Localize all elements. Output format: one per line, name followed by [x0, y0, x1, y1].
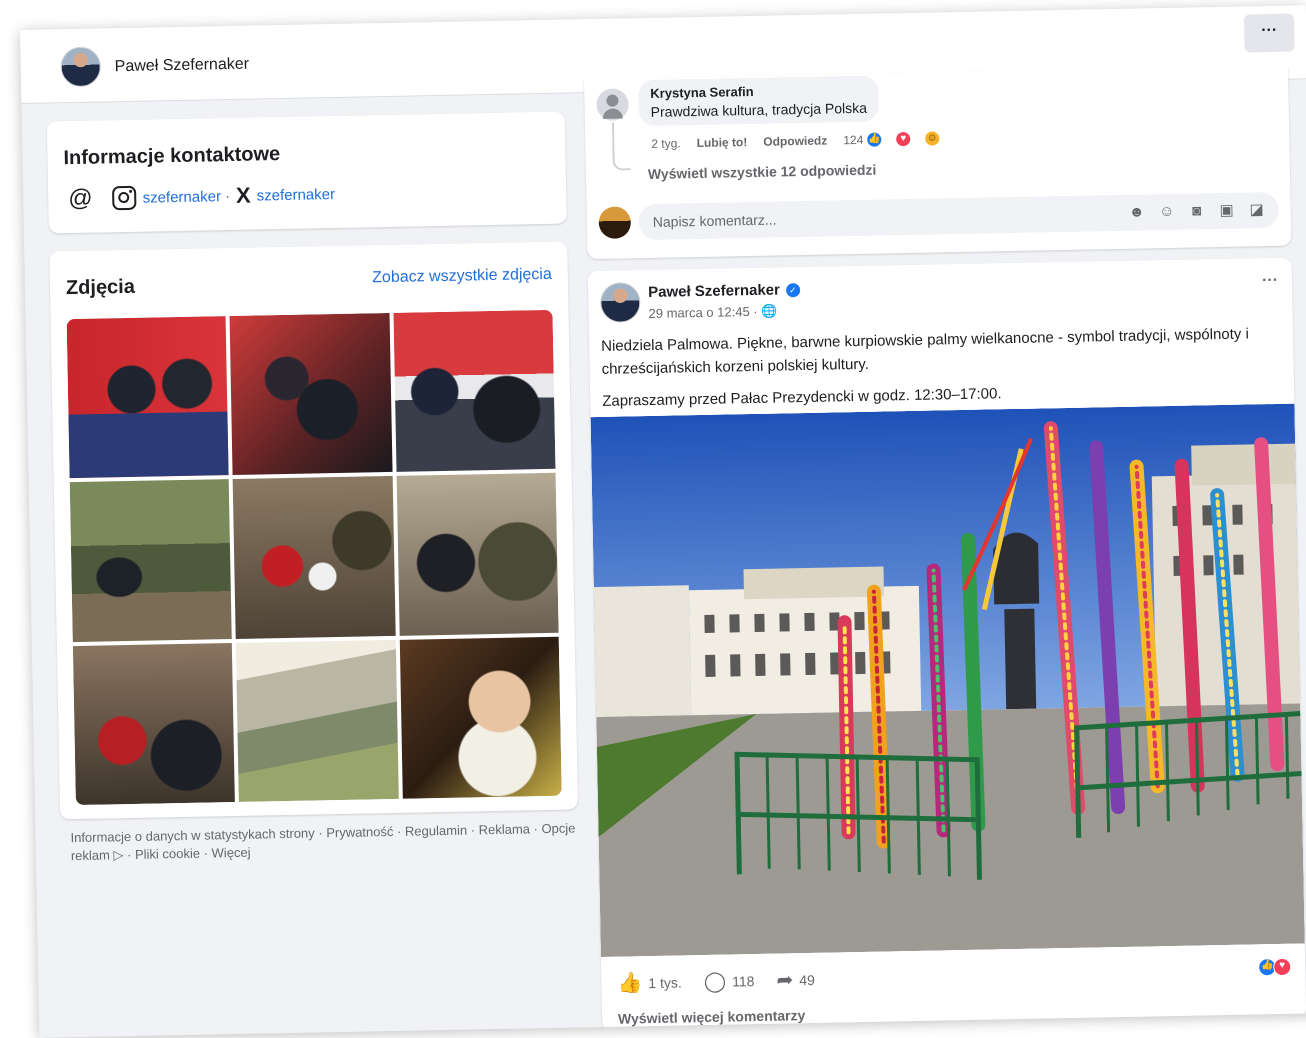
current-user-avatar [598, 206, 632, 239]
view-more-comments-link[interactable]: Wyświetl więcej komentarzy [618, 1007, 806, 1027]
post-timestamp[interactable]: 29 marca o 12:45 · 🌐 [648, 304, 777, 322]
x-link[interactable]: szefernaker [256, 185, 335, 204]
thumbs-up-icon: 👍 [617, 972, 643, 995]
comment-author[interactable]: Krystyna Serafin [650, 82, 867, 101]
contact-info-title: Informacje kontaktowe [63, 143, 281, 170]
photo-thumbnail[interactable] [69, 479, 233, 642]
photo-thumbnail[interactable] [396, 473, 559, 636]
composer-tools: ☻ ☺ ◙ ▣ ◪ [1117, 200, 1267, 223]
comment-reply-button[interactable]: Odpowiedz [763, 134, 827, 149]
like-stat[interactable]: 👍 1 tys. [617, 969, 682, 995]
comment-input-placeholder: Napisz komentarz... [652, 211, 777, 230]
love-reaction-icon: ♥ [895, 130, 912, 148]
photos-title: Zdjęcia [65, 275, 136, 300]
view-replies-link[interactable]: Wyświetl wszystkie 12 odpowiedzi [648, 162, 877, 182]
comment-section: Krystyna Serafin Prawdziwa kultura, trad… [584, 65, 1292, 260]
post-author-avatar[interactable] [599, 282, 641, 323]
at-sign-icon[interactable]: @ [68, 185, 93, 213]
comment-age[interactable]: 2 tyg. [651, 136, 681, 151]
camera-icon[interactable]: ◙ [1187, 201, 1207, 221]
post-text-paragraph: Niedziela Palmowa. Piękne, barwne kurpio… [601, 325, 1250, 378]
post-author: Paweł Szefernaker ✓ [648, 281, 801, 301]
commenter-avatar[interactable] [596, 88, 629, 121]
photos-card: Zdjęcia Zobacz wszystkie zdjęcia [49, 241, 579, 820]
photo-thumbnail[interactable] [72, 642, 236, 806]
photo-thumbnail[interactable] [399, 636, 562, 799]
photo-thumbnail[interactable] [393, 309, 556, 473]
like-reaction-icon: 👍 [866, 131, 883, 148]
share-count: 49 [799, 971, 815, 988]
palm-sunday-photo [590, 403, 1305, 958]
contact-row: @ szefernaker · X szefernaker [68, 180, 335, 213]
sticker-icon[interactable]: ◪ [1246, 200, 1266, 220]
page-avatar[interactable] [60, 46, 102, 88]
facebook-page-screen: Paweł Szefernaker ··· Informacje kontakt… [20, 5, 1306, 1038]
emoji-icon[interactable]: ☺ [1157, 202, 1177, 222]
post-author-name[interactable]: Paweł Szefernaker [648, 281, 780, 301]
post-photo[interactable] [590, 403, 1305, 958]
x-logo-icon: X [235, 182, 251, 208]
comment-reaction-icons[interactable]: 👍 ♥ ☺ [866, 130, 956, 148]
photo-thumbnail[interactable] [66, 316, 229, 479]
more-options-button[interactable]: ··· [1243, 13, 1295, 53]
page-name[interactable]: Paweł Szefernaker [115, 56, 250, 77]
comment-count: 118 [732, 972, 755, 990]
contact-info-card: Informacje kontaktowe @ szefernaker · X … [46, 111, 567, 234]
love-reaction-icon: ♥ [1273, 957, 1292, 977]
comment-input[interactable]: Napisz komentarz... ☻ ☺ ◙ ▣ ◪ [638, 191, 1280, 241]
instagram-icon [112, 185, 137, 211]
photo-grid [66, 309, 562, 806]
comment-composer: Napisz komentarz... ☻ ☺ ◙ ▣ ◪ [598, 190, 1280, 243]
comment-stat[interactable]: ◯ 118 [704, 968, 755, 994]
photo-thumbnail[interactable] [236, 639, 399, 802]
separator: · [224, 187, 231, 205]
share-stat[interactable]: ➦ 49 [776, 967, 815, 993]
photo-thumbnail[interactable] [232, 476, 396, 639]
footer-links[interactable]: Informacje o danych w statystykach stron… [70, 819, 581, 865]
post-stats: 👍 1 tys. ◯ 118 ➦ 49 [617, 966, 837, 995]
comment-meta: 2 tyg. Lubię to! Odpowiedz 124 👍 ♥ ☺ [651, 130, 972, 152]
comment-reaction-count[interactable]: 124 [843, 133, 863, 147]
share-arrow-icon: ➦ [776, 969, 794, 992]
verified-badge-icon: ✓ [785, 282, 801, 297]
comment-bubble-icon: ◯ [703, 970, 727, 994]
haha-reaction-icon: ☺ [924, 130, 941, 147]
photo-thumbnail[interactable] [229, 312, 393, 476]
avatar-sticker-icon[interactable]: ☻ [1127, 202, 1147, 222]
see-all-photos-link[interactable]: Zobacz wszystkie zdjęcia [372, 266, 552, 287]
post-reaction-icons[interactable]: 👍 ♥ [1258, 957, 1292, 977]
comment-bubble: Krystyna Serafin Prawdziwa kultura, trad… [638, 75, 880, 127]
gif-icon[interactable]: ▣ [1217, 201, 1237, 221]
like-count: 1 tys. [648, 973, 682, 991]
comment-text: Prawdziwa kultura, tradycja Polska [650, 99, 868, 120]
reply-thread-line [611, 122, 631, 171]
instagram-link[interactable]: szefernaker [142, 188, 221, 207]
post-more-button[interactable]: ··· [1262, 272, 1278, 290]
comment-like-button[interactable]: Lubię to! [697, 135, 748, 150]
post-card: Paweł Szefernaker ✓ 29 marca o 12:45 · 🌐… [587, 257, 1306, 1032]
